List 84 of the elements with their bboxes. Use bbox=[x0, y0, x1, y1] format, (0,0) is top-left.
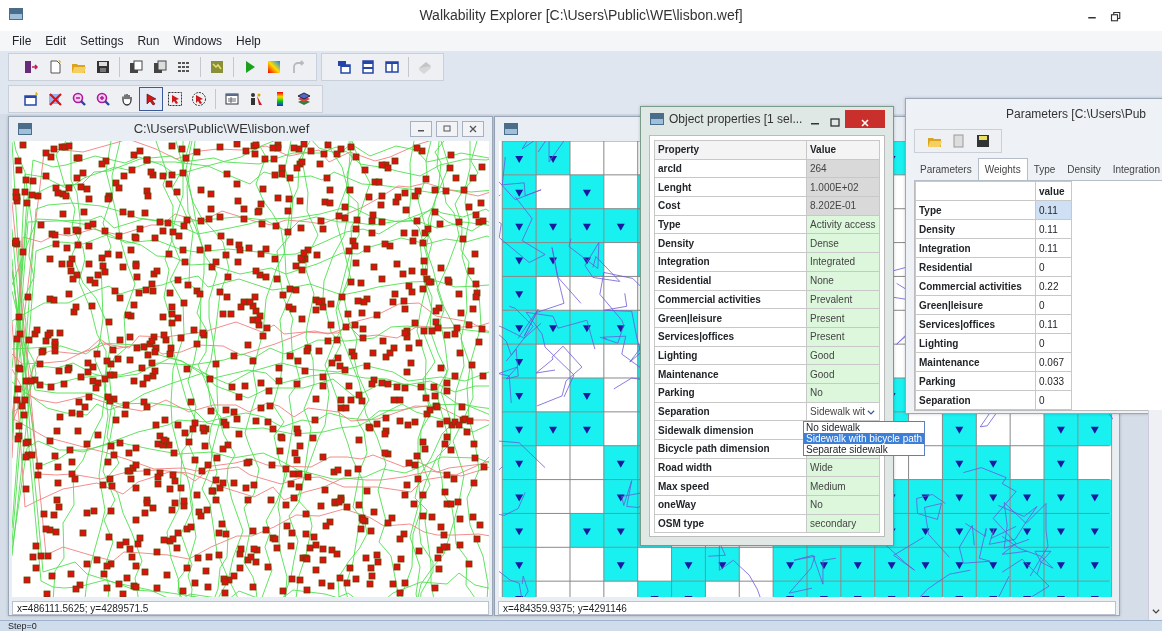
new-file-icon bbox=[47, 59, 63, 75]
zoom-out-icon bbox=[71, 91, 87, 107]
scrollbar[interactable] bbox=[1148, 410, 1162, 620]
menu-item[interactable]: Windows bbox=[173, 32, 223, 50]
parameter-name: Parking bbox=[915, 371, 1036, 391]
app-icon bbox=[503, 120, 519, 137]
tab[interactable]: Integration bbox=[1106, 159, 1162, 180]
cascade-windows-icon bbox=[336, 59, 352, 75]
menu-item[interactable]: Edit bbox=[45, 32, 67, 50]
app-icon bbox=[649, 111, 665, 127]
tile-horizontal-icon bbox=[360, 59, 376, 75]
parameter-value[interactable]: 0.11 bbox=[1035, 314, 1072, 334]
parameter-value[interactable]: 0 bbox=[1035, 333, 1072, 353]
parameter-name: Maintenance bbox=[915, 352, 1036, 372]
dropdown-option[interactable]: Sidewalk with bicycle path bbox=[804, 433, 925, 444]
parameter-value[interactable]: 0 bbox=[1035, 257, 1072, 277]
grid-icon bbox=[176, 59, 192, 75]
tab[interactable]: Parameters bbox=[914, 159, 978, 180]
parameter-name: Commercial activities bbox=[915, 276, 1036, 296]
parameter-name: Type bbox=[915, 200, 1036, 220]
curved-arrow-icon bbox=[290, 59, 306, 75]
parameter-name: Lighting bbox=[915, 333, 1036, 353]
documents-icon bbox=[951, 133, 967, 149]
table-icon bbox=[224, 91, 240, 107]
window-title: Parameters [C:\Users\Pub bbox=[1006, 106, 1147, 123]
restore-icon bbox=[1110, 11, 1122, 24]
window-title: Object properties [1 sel... bbox=[669, 111, 804, 128]
dropdown-option[interactable]: Separate sidewalk bbox=[804, 444, 925, 455]
documents-icon bbox=[152, 59, 168, 75]
status-text: Step=0 bbox=[7, 621, 38, 631]
menu-item[interactable]: Settings bbox=[80, 32, 124, 50]
parameter-name: Density bbox=[915, 219, 1036, 239]
column-header: value bbox=[1035, 181, 1072, 201]
app-icon bbox=[8, 6, 24, 22]
window-title: Walkability Explorer [C:\Users\Public\WE\lisbon.wef] bbox=[419, 6, 743, 25]
parameter-name: Residential bbox=[915, 257, 1036, 277]
parameter-value[interactable]: 0.11 bbox=[1035, 219, 1072, 239]
close-button[interactable] bbox=[845, 110, 885, 128]
menu-item[interactable]: Run bbox=[137, 32, 160, 50]
parameter-value[interactable]: 0.033 bbox=[1035, 371, 1072, 391]
floppy-icon bbox=[975, 133, 991, 149]
close-icon bbox=[860, 117, 870, 128]
column-header: Value bbox=[806, 140, 880, 160]
parameter-name: Integration bbox=[915, 238, 1036, 258]
menu-item[interactable]: File bbox=[12, 32, 32, 50]
figures-icon bbox=[248, 91, 264, 107]
parameter-name: Services|offices bbox=[915, 314, 1036, 334]
coordinates-text: x=486111.5625; y=4289571.5 bbox=[17, 603, 149, 614]
new-window-icon bbox=[23, 91, 39, 107]
maximize-icon bbox=[442, 124, 452, 134]
map-icon bbox=[209, 59, 225, 75]
tile-vertical-icon bbox=[384, 59, 400, 75]
gradient-icon bbox=[266, 59, 282, 75]
parameter-name: Separation bbox=[915, 390, 1036, 410]
layers-icon bbox=[296, 91, 312, 107]
column-header: Property bbox=[654, 140, 807, 160]
floppy-icon bbox=[95, 59, 111, 75]
scroll-down-icon bbox=[1151, 606, 1161, 616]
select-rectangle-icon bbox=[167, 91, 183, 107]
close-button[interactable] bbox=[462, 121, 484, 137]
maximize-icon bbox=[830, 117, 840, 128]
window-title: C:\Users\Public\WE\lisbon.wef bbox=[133, 120, 310, 139]
hand-icon bbox=[119, 91, 135, 107]
exit-icon bbox=[23, 59, 39, 75]
app-icon bbox=[17, 121, 33, 137]
select-circle-icon bbox=[191, 91, 207, 107]
tab[interactable]: Type bbox=[1027, 159, 1062, 180]
dropdown-option[interactable]: No sidewalk bbox=[804, 422, 925, 433]
parameter-value[interactable]: 0 bbox=[1035, 295, 1072, 315]
toolbar-button[interactable] bbox=[139, 87, 163, 111]
parameter-value[interactable]: 0.11 bbox=[1035, 238, 1072, 258]
zoom-in-icon bbox=[95, 91, 111, 107]
pointer-icon bbox=[143, 91, 159, 107]
delete-cross-icon bbox=[47, 91, 63, 107]
parameter-name: Green|leisure bbox=[915, 295, 1036, 315]
tab[interactable]: Weights bbox=[977, 158, 1028, 180]
tab[interactable]: Density bbox=[1061, 159, 1107, 180]
parameter-value[interactable]: 0.22 bbox=[1035, 276, 1072, 296]
coordinates-text: x=484359.9375; y=4291146 bbox=[503, 603, 627, 614]
close-icon bbox=[468, 124, 478, 134]
documents-icon bbox=[128, 59, 144, 75]
menu-item[interactable]: Help bbox=[236, 32, 261, 50]
parameter-value[interactable]: 0 bbox=[1035, 390, 1072, 410]
parameter-value[interactable]: 0.067 bbox=[1035, 352, 1072, 372]
